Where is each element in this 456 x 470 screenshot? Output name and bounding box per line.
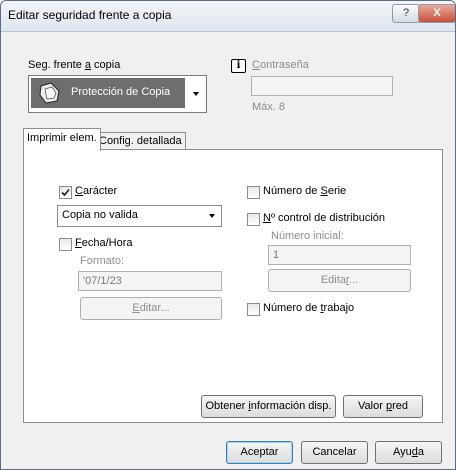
title-bar: Editar seguridad frente a copia ? X [1,1,455,32]
job-label: Número de trabajo [263,302,355,314]
datetime-format-field[interactable]: '07/1/23 [78,271,222,291]
cancel-button[interactable]: Cancelar [301,441,368,464]
character-select[interactable]: Copia no valida [57,205,222,227]
copy-guard-selected: Protección de Copia [31,78,185,108]
ok-button[interactable]: Aceptar [226,441,293,464]
chevron-down-icon [209,214,215,218]
character-select-value: Copia no valida [62,209,138,221]
tab-print-items[interactable]: Imprimir elem. [23,128,101,151]
get-device-info-button[interactable]: Obtener información disp. [201,395,336,418]
copy-guard-value: Protección de Copia [71,86,171,98]
password-field[interactable] [251,76,393,96]
distribution-checkbox[interactable] [247,213,260,226]
distribution-edit-button[interactable]: Editar... [268,269,411,292]
serial-label: Número de Serie [263,185,347,197]
job-checkbox[interactable] [247,303,260,316]
dialog-window: Editar seguridad frente a copia ? X Seg.… [0,0,456,470]
tab-panel: Carácter Copia no valida Fecha/Hora Form… [23,149,443,423]
check-icon [61,188,70,197]
datetime-label: Fecha/Hora [75,237,133,249]
distribution-label: Nº control de distribución [263,212,386,224]
info-icon: i [231,59,246,73]
help-title-button[interactable]: ? [392,4,420,23]
chevron-down-icon[interactable] [193,92,199,96]
distribution-initial-field[interactable]: 1 [268,245,411,265]
default-value-button[interactable]: Valor pred [343,395,423,418]
copy-guard-label: Seg. frente a copia [28,59,121,71]
copy-guard-icon [37,81,63,108]
password-max-hint: Máx. 8 [252,101,286,113]
character-checkbox[interactable] [59,186,72,199]
tab-detailed-config[interactable]: Config. detallada [95,132,186,150]
datetime-edit-button[interactable]: Editar... [80,297,222,320]
datetime-checkbox[interactable] [59,238,72,251]
password-label: Contraseña [252,59,309,71]
close-button[interactable]: X [418,4,455,23]
copy-guard-select[interactable]: Protección de Copia [28,75,207,113]
help-button[interactable]: Ayuda [375,441,442,464]
datetime-format-label: Formato: [80,255,125,267]
window-title: Editar seguridad frente a copia [8,8,172,22]
distribution-initial-label: Número inicial: [271,230,344,242]
character-label: Carácter [75,185,118,197]
serial-checkbox[interactable] [247,186,260,199]
